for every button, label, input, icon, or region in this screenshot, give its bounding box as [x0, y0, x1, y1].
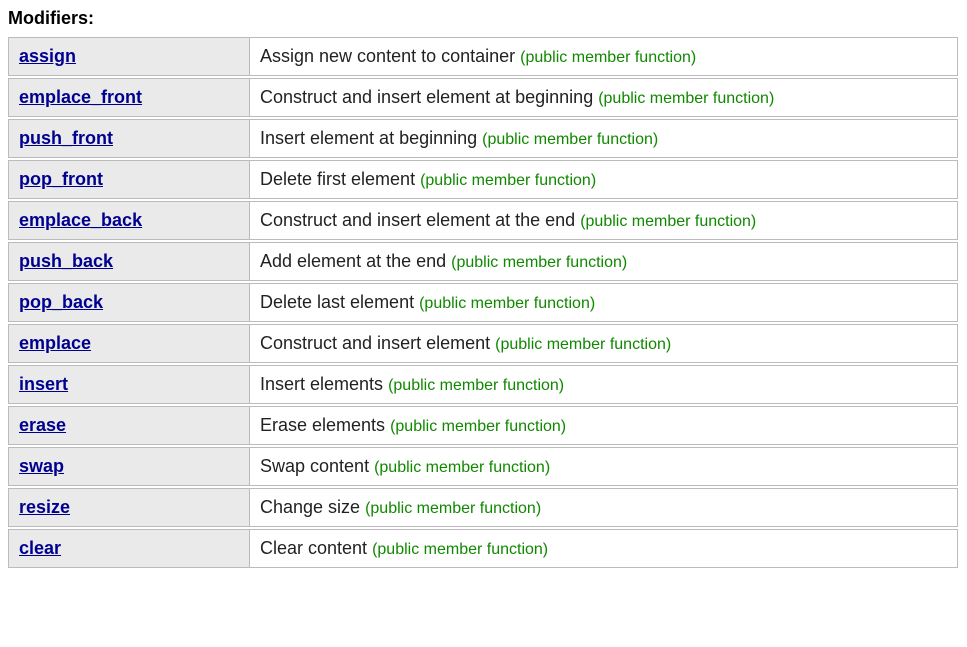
function-name-cell: insert [8, 365, 250, 404]
function-desc-cell: Delete first element (public member func… [250, 160, 958, 199]
function-annotation: (public member function) [598, 90, 774, 107]
table-row: insert Insert elements (public member fun… [8, 365, 958, 404]
function-name-cell: assign [8, 37, 250, 76]
table-row: pop_back Delete last element (public memb… [8, 283, 958, 322]
table-row: clear Clear content (public member functi… [8, 529, 958, 568]
table-row: emplace_front Construct and insert elemen… [8, 78, 958, 117]
table-row: push_back Add element at the end (public … [8, 242, 958, 281]
function-desc-cell: Change size (public member function) [250, 488, 958, 527]
function-desc-cell: Erase elements (public member function) [250, 406, 958, 445]
function-desc: Add element at the end [260, 251, 451, 271]
function-link-erase[interactable]: erase [19, 415, 66, 435]
table-row: assign Assign new content to container (p… [8, 37, 958, 76]
function-desc: Insert element at beginning [260, 128, 482, 148]
function-name-cell: erase [8, 406, 250, 445]
table-row: emplace Construct and insert element (pub… [8, 324, 958, 363]
function-desc: Assign new content to container [260, 46, 520, 66]
function-link-emplace_back[interactable]: emplace_back [19, 210, 142, 230]
function-link-resize[interactable]: resize [19, 497, 70, 517]
table-row: erase Erase elements (public member funct… [8, 406, 958, 445]
function-desc: Erase elements [260, 415, 390, 435]
function-link-insert[interactable]: insert [19, 374, 68, 394]
function-desc: Swap content [260, 456, 374, 476]
function-name-cell: pop_back [8, 283, 250, 322]
function-link-emplace[interactable]: emplace [19, 333, 91, 353]
function-annotation: (public member function) [365, 500, 541, 517]
function-name-cell: emplace [8, 324, 250, 363]
modifiers-table: assign Assign new content to container (p… [8, 35, 958, 570]
function-name-cell: resize [8, 488, 250, 527]
section-title: Modifiers: [8, 8, 959, 29]
function-annotation: (public member function) [482, 131, 658, 148]
function-annotation: (public member function) [372, 541, 548, 558]
function-link-push_front[interactable]: push_front [19, 128, 113, 148]
function-annotation: (public member function) [420, 172, 596, 189]
function-link-emplace_front[interactable]: emplace_front [19, 87, 142, 107]
function-link-push_back[interactable]: push_back [19, 251, 113, 271]
function-desc: Change size [260, 497, 365, 517]
function-desc-cell: Add element at the end (public member fu… [250, 242, 958, 281]
function-desc-cell: Construct and insert element at beginnin… [250, 78, 958, 117]
function-desc-cell: Clear content (public member function) [250, 529, 958, 568]
function-link-pop_front[interactable]: pop_front [19, 169, 103, 189]
function-desc: Construct and insert element at beginnin… [260, 87, 598, 107]
table-row: resize Change size (public member functio… [8, 488, 958, 527]
function-link-swap[interactable]: swap [19, 456, 64, 476]
function-desc: Clear content [260, 538, 372, 558]
function-desc: Construct and insert element at the end [260, 210, 580, 230]
function-name-cell: emplace_front [8, 78, 250, 117]
function-name-cell: push_front [8, 119, 250, 158]
function-annotation: (public member function) [374, 459, 550, 476]
function-annotation: (public member function) [520, 49, 696, 66]
function-desc-cell: Construct and insert element at the end … [250, 201, 958, 240]
function-annotation: (public member function) [390, 418, 566, 435]
function-desc: Delete last element [260, 292, 419, 312]
function-name-cell: push_back [8, 242, 250, 281]
function-annotation: (public member function) [495, 336, 671, 353]
function-link-clear[interactable]: clear [19, 538, 61, 558]
function-desc-cell: Construct and insert element (public mem… [250, 324, 958, 363]
function-link-assign[interactable]: assign [19, 46, 76, 66]
function-name-cell: emplace_back [8, 201, 250, 240]
function-name-cell: swap [8, 447, 250, 486]
function-desc-cell: Assign new content to container (public … [250, 37, 958, 76]
function-annotation: (public member function) [419, 295, 595, 312]
function-annotation: (public member function) [388, 377, 564, 394]
function-link-pop_back[interactable]: pop_back [19, 292, 103, 312]
function-desc-cell: Insert elements (public member function) [250, 365, 958, 404]
function-annotation: (public member function) [451, 254, 627, 271]
function-annotation: (public member function) [580, 213, 756, 230]
function-desc-cell: Insert element at beginning (public memb… [250, 119, 958, 158]
function-name-cell: pop_front [8, 160, 250, 199]
table-row: swap Swap content (public member function… [8, 447, 958, 486]
function-desc: Construct and insert element [260, 333, 495, 353]
function-desc-cell: Swap content (public member function) [250, 447, 958, 486]
function-name-cell: clear [8, 529, 250, 568]
function-desc: Delete first element [260, 169, 420, 189]
function-desc-cell: Delete last element (public member funct… [250, 283, 958, 322]
table-row: emplace_back Construct and insert element… [8, 201, 958, 240]
table-row: push_front Insert element at beginning (p… [8, 119, 958, 158]
function-desc: Insert elements [260, 374, 388, 394]
table-row: pop_front Delete first element (public me… [8, 160, 958, 199]
